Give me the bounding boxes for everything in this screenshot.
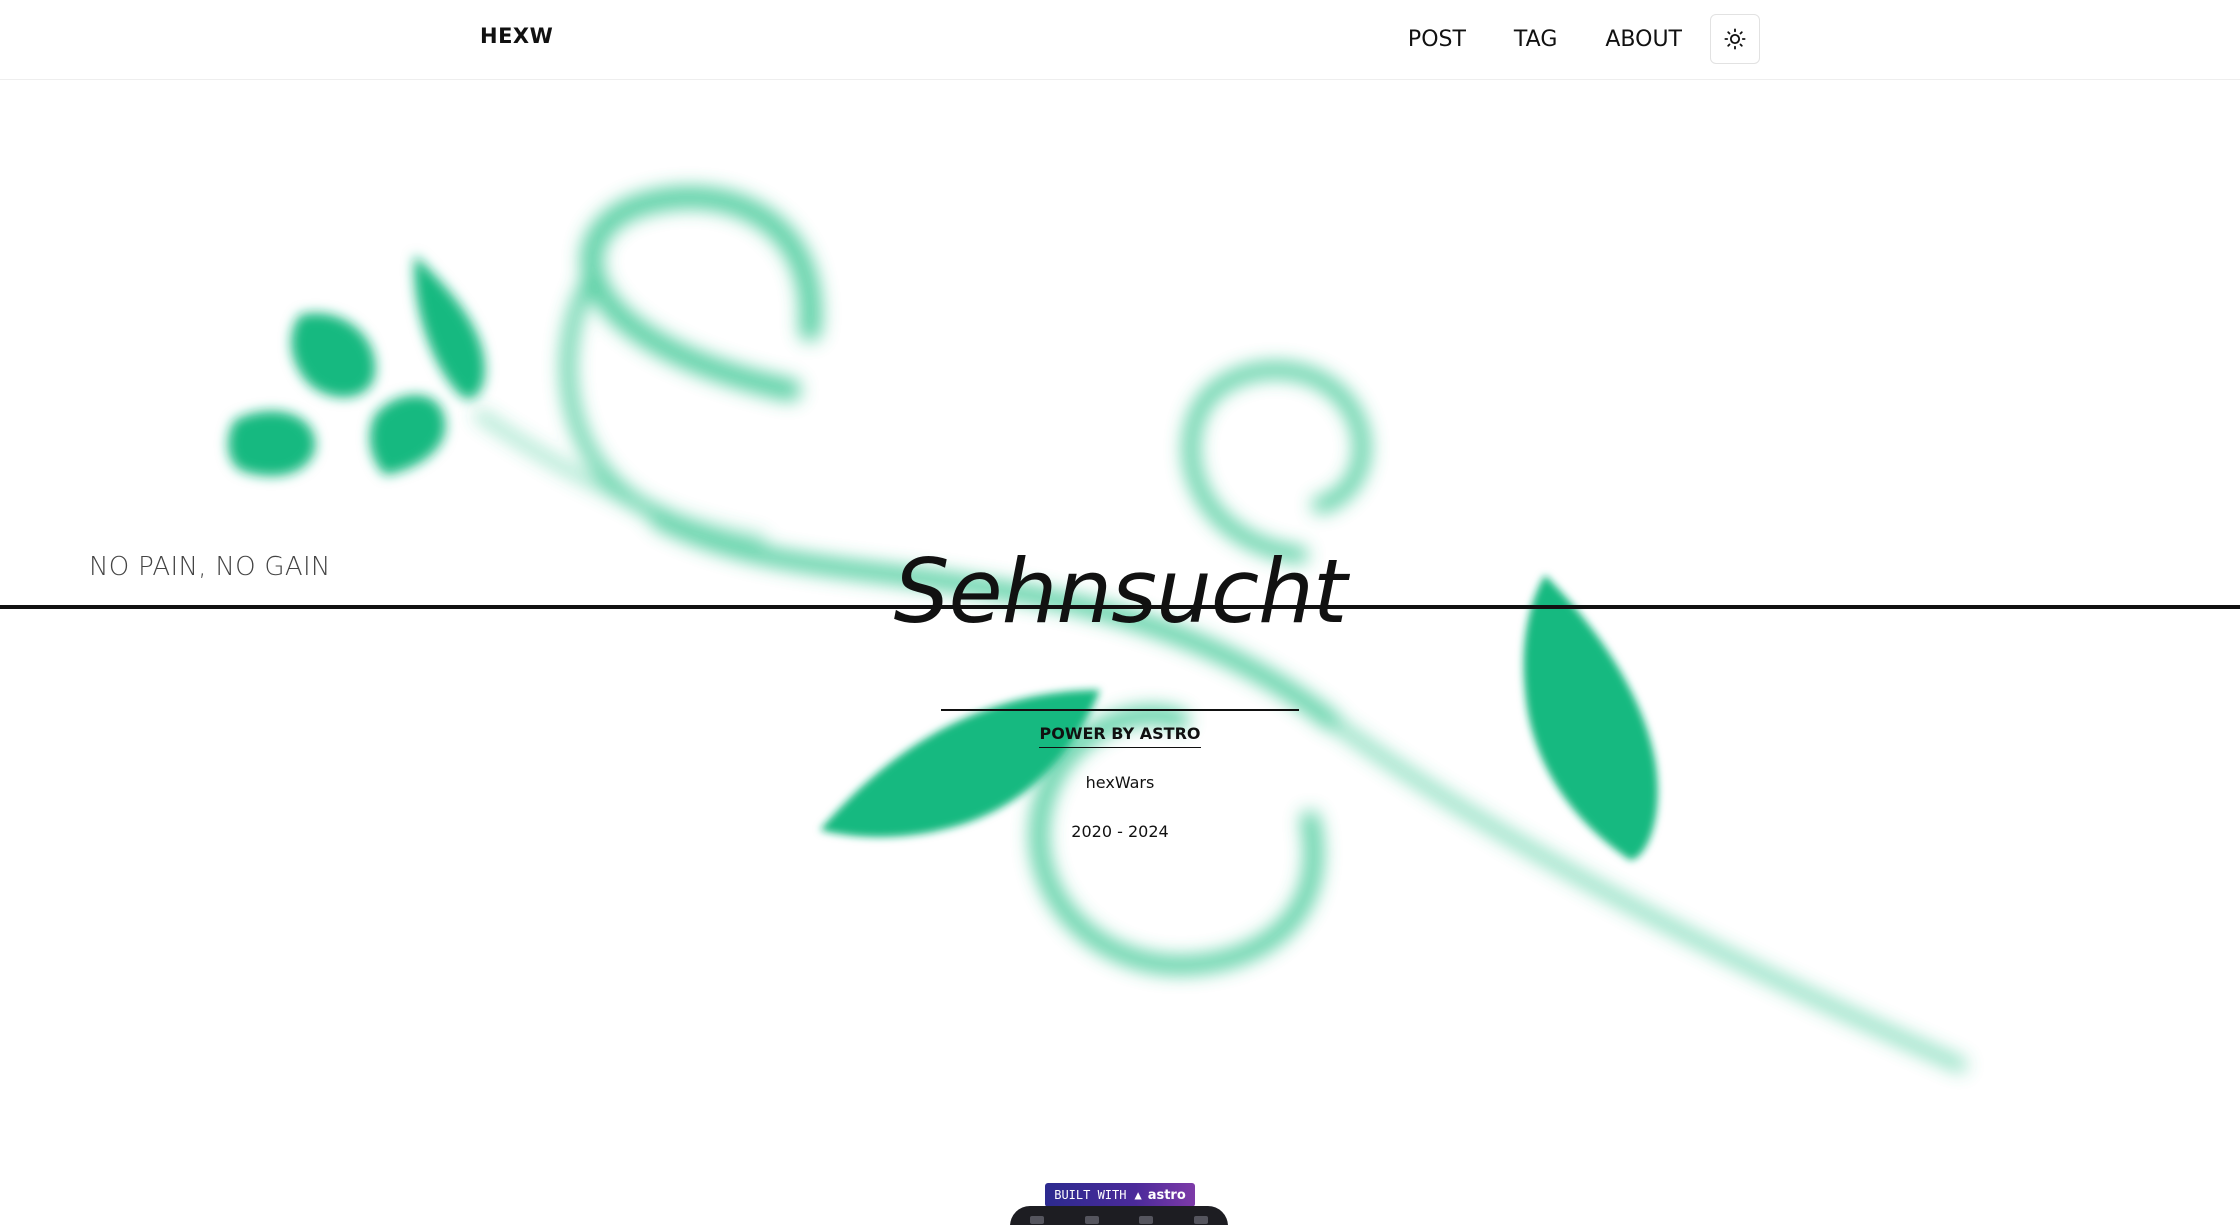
nav-link-post[interactable]: POST xyxy=(1408,27,1466,52)
dev-toolbar[interactable] xyxy=(1010,1206,1228,1225)
toolbar-inspect-icon[interactable] xyxy=(1084,1216,1099,1224)
main-nav: POST TAG ABOUT xyxy=(1408,14,1760,64)
nav-link-about[interactable]: ABOUT xyxy=(1605,27,1682,52)
built-with-astro-badge[interactable]: BUILT WITH ▲ astro xyxy=(1045,1183,1195,1207)
author-name: hexWars xyxy=(1085,773,1155,792)
built-with-label: BUILT WITH xyxy=(1054,1188,1127,1202)
page: HEXW POST TAG ABOUT NO PAIN, NO GAIN Seh… xyxy=(0,0,2240,1225)
power-by-section: POWER BY ASTRO xyxy=(0,724,2240,748)
brand-logo-link[interactable]: HEXW xyxy=(480,24,553,48)
power-by-astro-link[interactable]: POWER BY ASTRO xyxy=(1039,724,1201,748)
site-header: HEXW POST TAG ABOUT xyxy=(0,0,2240,80)
copyright-years: 2020 - 2024 xyxy=(1071,822,1169,841)
theme-toggle-button[interactable] xyxy=(1710,14,1760,64)
nav-link-tag[interactable]: TAG xyxy=(1514,27,1557,52)
hero-title: Sehnsucht xyxy=(893,540,1348,643)
sun-icon xyxy=(1724,28,1746,50)
toolbar-settings-icon[interactable] xyxy=(1193,1216,1208,1224)
astro-wordmark: astro xyxy=(1147,1187,1186,1203)
title-underline xyxy=(941,709,1299,711)
toolbar-audit-icon[interactable] xyxy=(1139,1216,1154,1224)
toolbar-app-icon[interactable] xyxy=(1030,1216,1045,1224)
astro-rocket-icon: ▲ xyxy=(1134,1188,1142,1202)
